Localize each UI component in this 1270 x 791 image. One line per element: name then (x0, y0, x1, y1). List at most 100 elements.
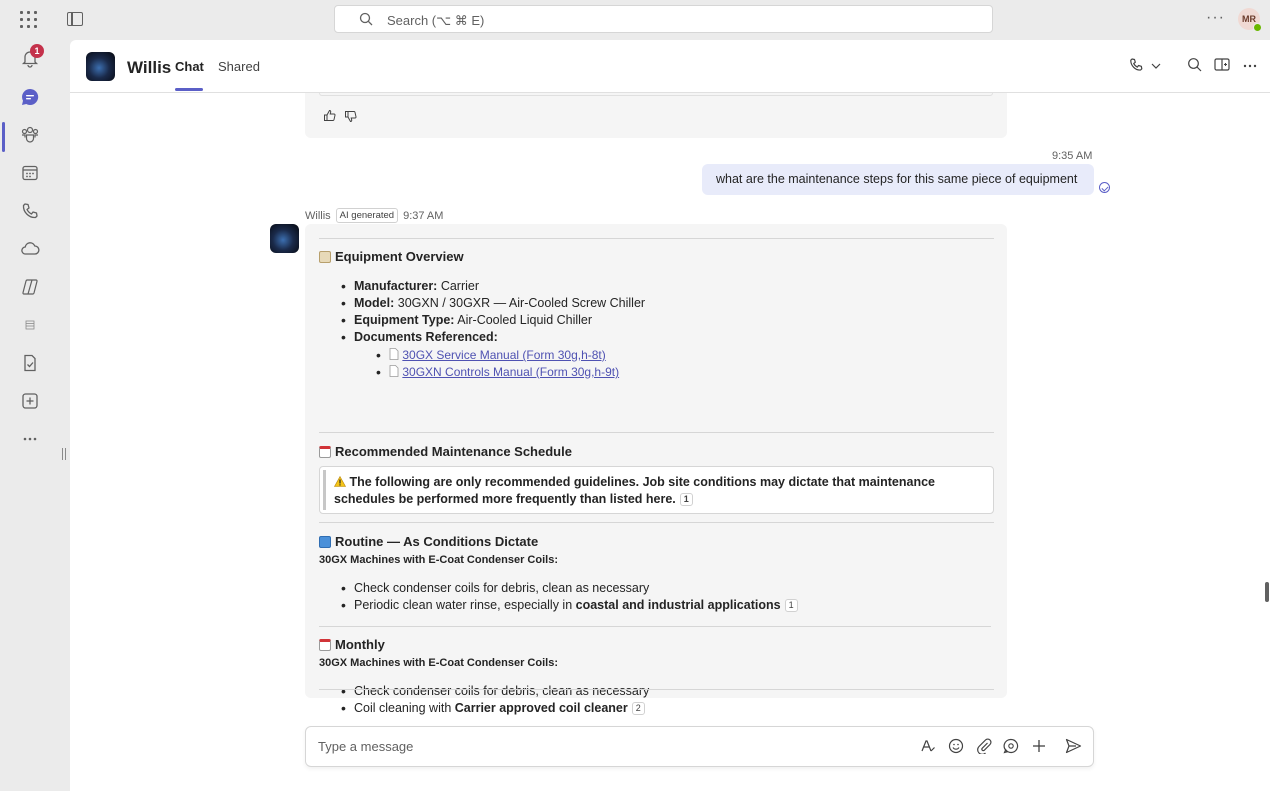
list-item: Model: 30GXN / 30GXR — Air-Cooled Screw … (341, 296, 646, 310)
presence-available-icon (1253, 23, 1262, 32)
app-rail: 1 (0, 40, 66, 791)
callout-text: The following are only recommended guide… (333, 474, 984, 508)
thumbs-down-icon[interactable] (344, 110, 357, 123)
item-text: Periodic clean water rinse, especially i… (354, 598, 576, 612)
chat-title: Willis (127, 58, 172, 77)
divider (319, 432, 994, 433)
bot-avatar[interactable] (270, 224, 299, 253)
list-item: Check condenser coils for debris, clean … (341, 684, 649, 698)
list-item: Periodic clean water rinse, especially i… (341, 598, 798, 612)
chevron-down-icon[interactable] (1151, 62, 1161, 70)
call-icon[interactable] (1128, 57, 1144, 73)
item-label: Model: (354, 296, 395, 310)
thumbs-up-icon[interactable] (323, 109, 336, 122)
section-monthly: Monthly (319, 637, 385, 652)
section-subtitle: 30GX Machines with E-Coat Condenser Coil… (319, 657, 558, 669)
rail-tasks[interactable] (14, 347, 46, 379)
divider (319, 626, 991, 627)
cloud-icon (21, 242, 40, 255)
previous-bot-message (305, 93, 1007, 138)
callout-message: The following are only recommended guide… (334, 475, 936, 506)
format-icon[interactable] (920, 738, 936, 754)
sender-name: Willis (305, 209, 331, 222)
more-apps-icon (23, 437, 37, 441)
bot-message-meta: Willis AI generated 9:37 AM (305, 208, 443, 223)
section-subtitle: 30GX Machines with E-Coat Condenser Coil… (319, 554, 558, 566)
pop-out-icon[interactable] (1214, 57, 1230, 72)
document-link[interactable]: 30GXN Controls Manual (Form 30g,h-9t) (402, 365, 619, 379)
rail-app[interactable] (14, 309, 46, 341)
activity-badge: 1 (30, 44, 44, 58)
app-grid-icon (25, 320, 35, 330)
search-input[interactable]: Search (⌥ ⌘ E) (334, 5, 993, 33)
list-item: Coil cleaning with Carrier approved coil… (341, 701, 645, 715)
calendar-icon (22, 165, 38, 181)
loop-icon[interactable] (1003, 738, 1019, 754)
message-input[interactable]: Type a message (318, 739, 413, 754)
scrollbar-thumb[interactable] (1265, 582, 1269, 602)
document-link[interactable]: 30GX Service Manual (Form 30g,h-8t) (402, 348, 605, 362)
document-icon (389, 365, 399, 377)
avatar-initials: MR (1242, 14, 1256, 24)
warning-icon (333, 475, 347, 487)
more-options-icon[interactable]: ··· (1206, 9, 1225, 27)
item-text: Coil cleaning with (354, 701, 455, 715)
search-placeholder: Search (⌥ ⌘ E) (387, 13, 485, 28)
document-link-item: 30GX Service Manual (Form 30g,h-8t) (376, 348, 606, 362)
tab-chat[interactable]: Chat (175, 59, 204, 74)
rail-active-indicator (2, 122, 5, 152)
phone-icon (22, 203, 38, 219)
divider (319, 689, 994, 690)
item-value: 30GXN / 30GXR — Air-Cooled Screw Chiller (397, 296, 646, 310)
resize-handle[interactable] (62, 448, 66, 460)
document-link-item: 30GXN Controls Manual (Form 30g,h-9t) (376, 365, 619, 379)
rail-add-apps[interactable] (14, 385, 46, 417)
calendar-emoji-icon (319, 638, 331, 651)
chat-icon (22, 88, 39, 105)
previous-message-edge (319, 93, 993, 96)
list-item: Equipment Type: Air-Cooled Liquid Chille… (341, 313, 593, 327)
attach-icon[interactable] (976, 738, 992, 754)
chat-panel: Willis Chat Shared 9:35 AM what are the … (70, 40, 1270, 791)
copilot-icon (22, 279, 38, 295)
search-icon[interactable] (1187, 57, 1202, 72)
user-message-bubble[interactable]: what are the maintenance steps for this … (702, 164, 1094, 195)
calendar-emoji-icon (319, 445, 331, 458)
rail-teams[interactable] (14, 118, 46, 150)
document-icon (389, 348, 399, 360)
item-value: Air-Cooled Liquid Chiller (457, 313, 593, 327)
rail-copilot[interactable] (14, 271, 46, 303)
bot-avatar[interactable] (86, 52, 115, 81)
divider (319, 522, 994, 523)
item-label: Manufacturer: (354, 279, 438, 293)
chat-header: Willis Chat Shared (70, 40, 1270, 93)
repeat-emoji-icon (319, 535, 331, 548)
rail-calendar[interactable] (14, 157, 46, 189)
section-title: Monthly (335, 637, 385, 652)
compose-box[interactable]: Type a message (305, 726, 1094, 767)
active-tab-indicator (175, 88, 203, 91)
profile-avatar[interactable]: MR (1238, 8, 1262, 32)
citation-badge[interactable]: 1 (679, 493, 693, 506)
section-title: Routine — As Conditions Dictate (335, 534, 539, 549)
tab-shared[interactable]: Shared (218, 59, 260, 74)
rail-calls[interactable] (14, 195, 46, 227)
emoji-icon[interactable] (948, 738, 964, 754)
app-launcher-icon[interactable] (20, 11, 38, 29)
send-icon[interactable] (1065, 738, 1082, 754)
message-timestamp: 9:35 AM (1052, 150, 1093, 162)
item-emphasis: coastal and industrial applications (575, 598, 781, 612)
bot-message-card: Equipment Overview Manufacturer: Carrier… (305, 224, 1007, 715)
rail-more[interactable] (14, 423, 46, 455)
citation-badge[interactable]: 1 (784, 599, 798, 612)
toggle-sidebar-icon[interactable] (67, 12, 83, 26)
rail-chat[interactable] (14, 81, 46, 113)
rail-onedrive[interactable] (14, 233, 46, 265)
section-equipment-overview: Equipment Overview (319, 249, 464, 264)
citation-badge[interactable]: 2 (631, 702, 645, 715)
add-app-icon (22, 393, 38, 409)
more-options-icon[interactable] (1243, 64, 1257, 68)
teams-icon (21, 126, 39, 143)
add-icon[interactable] (1031, 738, 1047, 754)
title-bar: Search (⌥ ⌘ E) ··· MR (0, 0, 1270, 40)
